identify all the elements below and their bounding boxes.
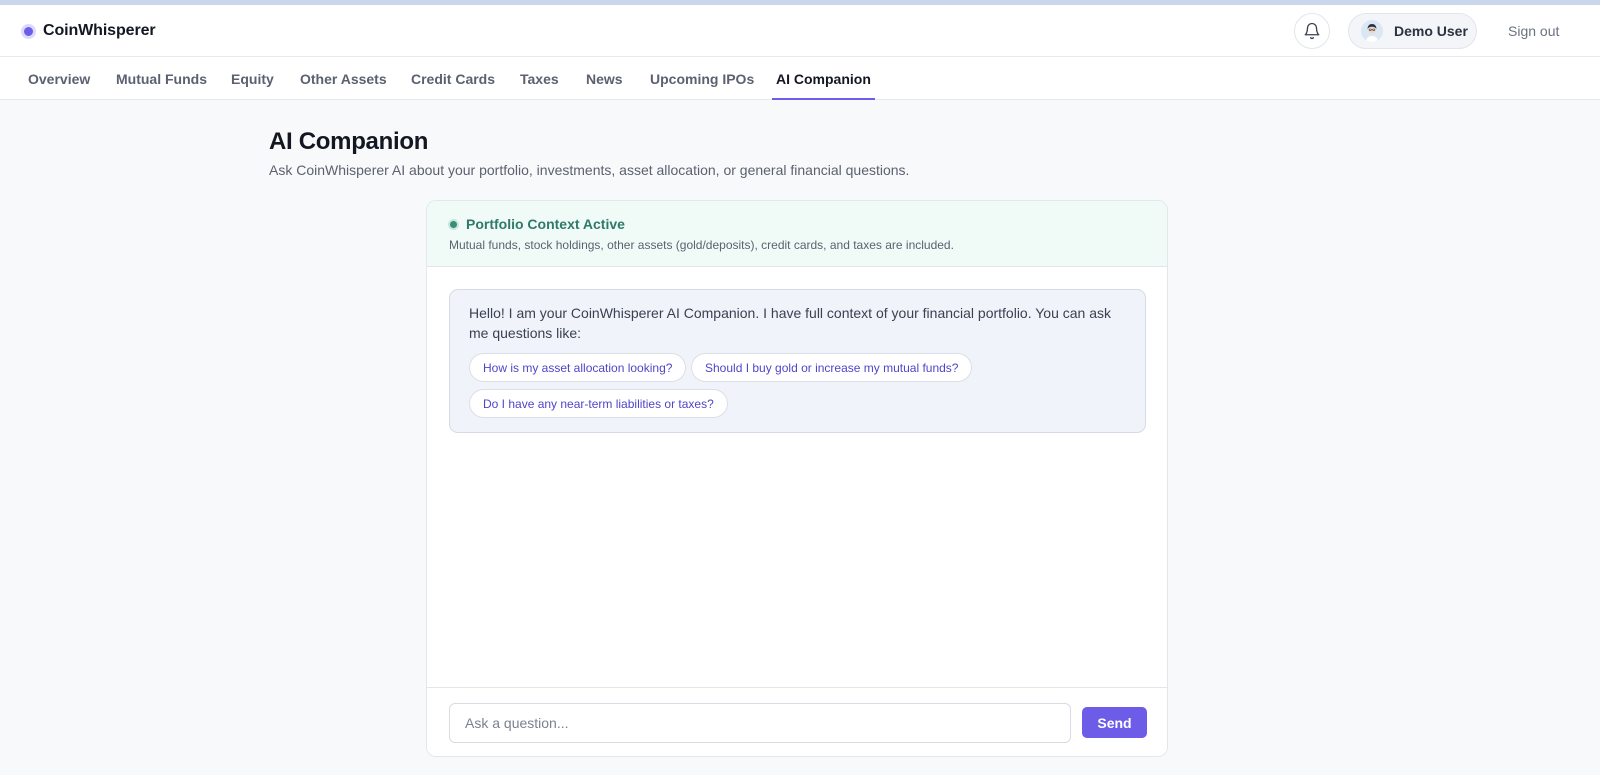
send-button[interactable]: Send xyxy=(1082,707,1147,738)
page-title: AI Companion xyxy=(269,128,429,155)
tab-news[interactable]: News xyxy=(586,57,623,100)
user-name: Demo User xyxy=(1394,23,1468,39)
question-input[interactable] xyxy=(449,703,1071,743)
tab-credit-cards[interactable]: Credit Cards xyxy=(411,57,495,100)
tab-overview[interactable]: Overview xyxy=(28,57,90,100)
tab-equity[interactable]: Equity xyxy=(231,57,274,100)
tab-other-assets[interactable]: Other Assets xyxy=(300,57,387,100)
user-avatar-icon xyxy=(1361,20,1383,42)
message-composer: Send xyxy=(427,687,1167,756)
context-description: Mutual funds, stock holdings, other asse… xyxy=(449,238,954,252)
tab-mutual-funds[interactable]: Mutual Funds xyxy=(116,57,207,100)
tab-ai-companion[interactable]: AI Companion xyxy=(772,57,875,100)
chat-panel: Portfolio Context Active Mutual funds, s… xyxy=(426,200,1168,757)
bell-icon xyxy=(1304,22,1320,40)
status-dot-icon xyxy=(448,219,459,230)
brand-name: CoinWhisperer xyxy=(43,22,156,39)
brand-logo[interactable]: CoinWhisperer xyxy=(21,5,156,57)
brand-dot-icon xyxy=(21,23,36,39)
notifications-button[interactable] xyxy=(1294,13,1330,49)
portfolio-context-banner: Portfolio Context Active Mutual funds, s… xyxy=(427,201,1167,267)
context-title: Portfolio Context Active xyxy=(466,216,625,232)
suggestion-chip[interactable]: How is my asset allocation looking? xyxy=(469,353,687,382)
tab-upcoming-ipos[interactable]: Upcoming IPOs xyxy=(650,57,754,100)
tab-taxes[interactable]: Taxes xyxy=(520,57,559,100)
sign-out-link[interactable]: Sign out xyxy=(1508,5,1559,57)
assistant-message-text: Hello! I am your CoinWhisperer AI Compan… xyxy=(469,305,1112,341)
user-menu-button[interactable]: Demo User xyxy=(1348,13,1477,49)
assistant-message: Hello! I am your CoinWhisperer AI Compan… xyxy=(449,289,1146,433)
app-header: CoinWhisperer Demo User Sign out xyxy=(0,5,1600,57)
main-tabs: Overview Mutual Funds Equity Other Asset… xyxy=(0,57,1600,100)
suggestion-chip[interactable]: Should I buy gold or increase my mutual … xyxy=(691,353,973,382)
page-subtitle: Ask CoinWhisperer AI about your portfoli… xyxy=(269,162,910,178)
suggestion-chip[interactable]: Do I have any near-term liabilities or t… xyxy=(469,389,728,418)
